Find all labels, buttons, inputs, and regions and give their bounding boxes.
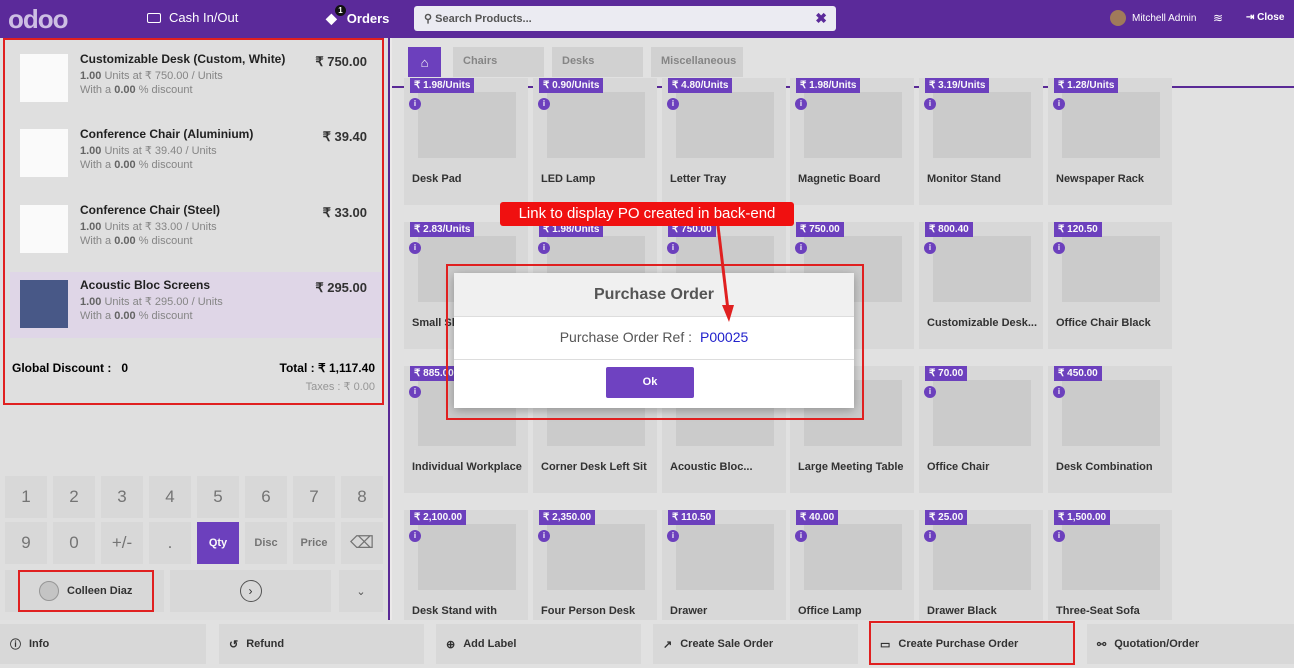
annotation-arrow [716,225,734,322]
